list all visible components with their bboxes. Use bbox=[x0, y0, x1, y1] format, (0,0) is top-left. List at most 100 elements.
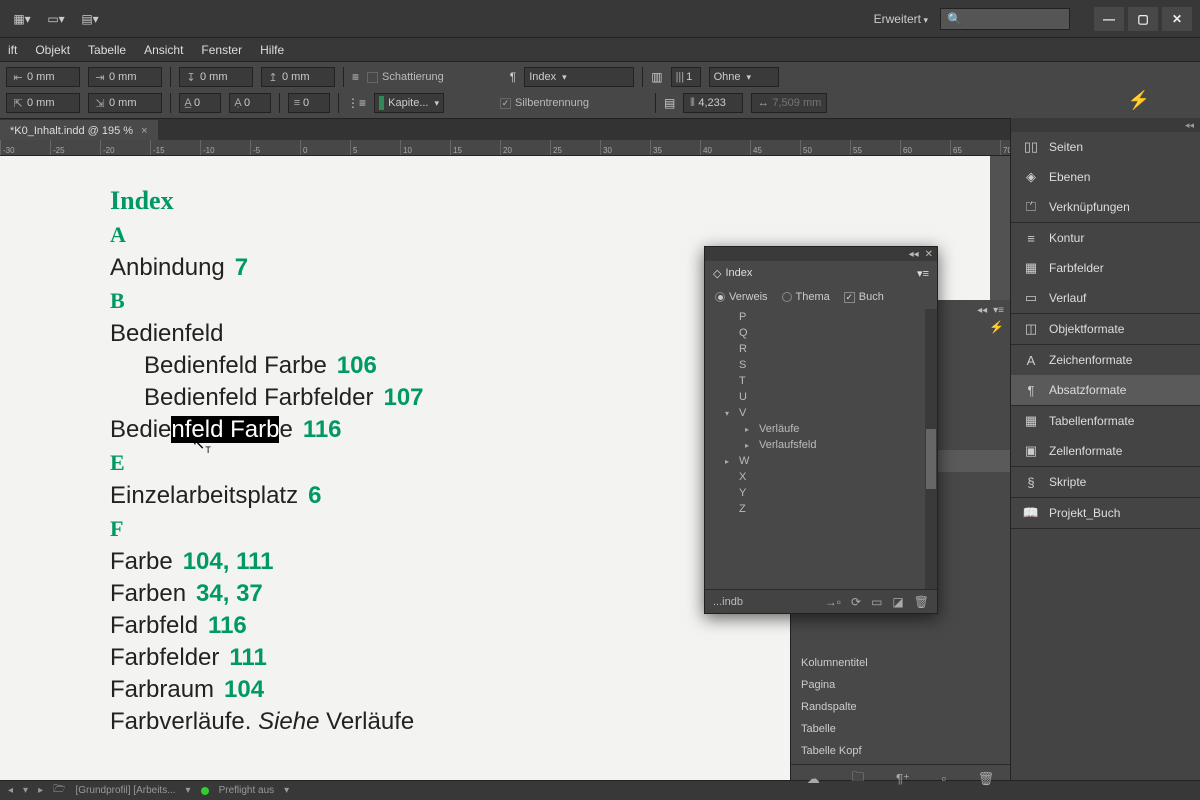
screen-mode-icon[interactable]: ▭▾ bbox=[42, 5, 70, 33]
paragraph-style-dropdown[interactable]: Index bbox=[524, 67, 634, 87]
generate-index-icon[interactable]: ▭ bbox=[871, 595, 882, 609]
numbered-list-icon[interactable]: ⋮≡ bbox=[347, 96, 366, 110]
index-subrow[interactable]: ▸Verlaufsfeld bbox=[705, 437, 937, 453]
panel-collapse-icon[interactable]: ◂◂ bbox=[977, 305, 987, 316]
drop-cap-lines-field[interactable]: A̲ bbox=[179, 93, 221, 113]
new-entry-icon[interactable]: →▫ bbox=[825, 595, 841, 609]
panel-seiten[interactable]: ▯▯Seiten bbox=[1011, 132, 1200, 162]
arrange-docs-icon[interactable]: ▤▾ bbox=[76, 5, 104, 33]
verweis-radio[interactable]: Verweis bbox=[715, 291, 768, 303]
columns-icon[interactable]: ▥ bbox=[651, 70, 662, 84]
columns-count-field[interactable]: ||| bbox=[671, 67, 701, 87]
menu-ansicht[interactable]: Ansicht bbox=[144, 43, 183, 57]
gutter-field[interactable]: ⫴ bbox=[683, 93, 743, 113]
indent-right-field[interactable]: ⇥ bbox=[88, 67, 162, 87]
last-line-indent-field[interactable]: ⇲ bbox=[88, 93, 162, 113]
index-letter-row[interactable]: S bbox=[705, 357, 937, 373]
panel-verlauf[interactable]: ▭Verlauf bbox=[1011, 283, 1200, 313]
panel-tabellenformate[interactable]: ▦Tabellenformate bbox=[1011, 406, 1200, 436]
bulleted-list-icon[interactable]: ≡ bbox=[352, 70, 359, 84]
panel-menu-icon[interactable]: ▾≡ bbox=[993, 305, 1004, 316]
panel-kontur[interactable]: ≡Kontur bbox=[1011, 223, 1200, 253]
index-letter-row[interactable]: X bbox=[705, 469, 937, 485]
update-icon[interactable]: ⟳ bbox=[851, 595, 861, 609]
dropdown-icon[interactable]: ▾ bbox=[284, 785, 289, 796]
menu-hilfe[interactable]: Hilfe bbox=[260, 43, 284, 57]
window-close-button[interactable]: ✕ bbox=[1162, 7, 1192, 31]
shading-swatch-dropdown[interactable]: Kapite... bbox=[374, 93, 444, 113]
cloud-icon[interactable]: ☁ bbox=[807, 771, 820, 787]
indent-left-field[interactable]: ⇤ bbox=[6, 67, 80, 87]
scrollbar-thumb[interactable] bbox=[926, 429, 936, 489]
thema-radio[interactable]: Thema bbox=[782, 291, 830, 303]
panel-menu-icon[interactable]: ▾≡ bbox=[917, 267, 929, 280]
style-row[interactable]: Tabelle Kopf bbox=[791, 740, 1010, 762]
style-row[interactable]: Kolumnentitel bbox=[791, 652, 1010, 674]
index-letter-row[interactable]: T bbox=[705, 373, 937, 389]
panel-skripte[interactable]: §Skripte bbox=[1011, 467, 1200, 497]
style-row[interactable]: Randspalte bbox=[791, 696, 1010, 718]
menu-fenster[interactable]: Fenster bbox=[201, 43, 242, 57]
drop-cap-chars-field[interactable]: Ạ bbox=[229, 93, 271, 113]
index-letter-row[interactable]: Z bbox=[705, 501, 937, 517]
panel-objektformate[interactable]: ◫Objektformate bbox=[1011, 314, 1200, 344]
panel-farbfelder[interactable]: ▦Farbfelder bbox=[1011, 253, 1200, 283]
quick-apply-icon[interactable]: ⚡ bbox=[1128, 90, 1150, 111]
scrollbar[interactable] bbox=[925, 309, 937, 589]
clear-override-icon[interactable]: ¶⁺ bbox=[896, 771, 910, 787]
index-subrow[interactable]: ▸Verläufe bbox=[705, 421, 937, 437]
dock-collapse-icon[interactable]: ◂◂ bbox=[1185, 120, 1194, 131]
baseline-grid-field[interactable]: ≡ bbox=[288, 93, 330, 113]
page-nav-prev-icon[interactable]: ◂ bbox=[8, 785, 13, 796]
index-list[interactable]: PQRSTU▾V▸Verläufe▸Verlaufsfeld▸WXYZ bbox=[705, 309, 937, 589]
space-before-field[interactable]: ↧ bbox=[179, 67, 253, 87]
window-minimize-button[interactable]: — bbox=[1094, 7, 1124, 31]
span-columns-dropdown[interactable]: Ohne bbox=[709, 67, 779, 87]
index-letter-row[interactable]: R bbox=[705, 341, 937, 357]
paragraph-style-icon[interactable]: ¶ bbox=[510, 70, 516, 84]
panel-zellenformate[interactable]: ▣Zellenformate bbox=[1011, 436, 1200, 466]
hyphenation-checkbox[interactable]: ✓Silbentrennung bbox=[500, 97, 589, 109]
preflight-label[interactable]: Preflight aus bbox=[219, 785, 275, 796]
menu-tabelle[interactable]: Tabelle bbox=[88, 43, 126, 57]
help-search[interactable]: 🔍 bbox=[940, 8, 1070, 30]
menu-schrift[interactable]: ift bbox=[8, 43, 17, 57]
window-maximize-button[interactable]: ▢ bbox=[1128, 7, 1158, 31]
workspace-selector[interactable]: Erweitert bbox=[874, 12, 928, 26]
close-tab-icon[interactable]: × bbox=[141, 125, 147, 137]
index-letter-row[interactable]: ▾V bbox=[705, 405, 937, 421]
buch-checkbox[interactable]: ✓Buch bbox=[844, 291, 884, 303]
index-letter-row[interactable]: Q bbox=[705, 325, 937, 341]
style-row[interactable]: Tipp bbox=[791, 762, 1010, 764]
page-nav-dropdown[interactable]: ▾ bbox=[23, 785, 28, 796]
menu-objekt[interactable]: Objekt bbox=[35, 43, 70, 57]
index-panel[interactable]: ◂◂ ✕ ◇ Index ▾≡ Verweis Thema ✓Buch PQRS… bbox=[704, 246, 938, 614]
panel-projekt-buch[interactable]: 📖Projekt_Buch bbox=[1011, 498, 1200, 528]
panel-collapse-icon[interactable]: ◂◂ bbox=[909, 249, 919, 260]
shading-checkbox[interactable]: Schattierung bbox=[367, 71, 444, 83]
bolt-icon[interactable]: ⚡ bbox=[989, 320, 1004, 334]
panel-verknupfungen[interactable]: ⏍Verknüpfungen bbox=[1011, 192, 1200, 222]
view-modes-icon[interactable]: ▦▾ bbox=[8, 5, 36, 33]
folder-icon[interactable]: 🗀 bbox=[851, 768, 864, 790]
document-tab[interactable]: *K0_Inhalt.indd @ 195 % × bbox=[0, 120, 158, 142]
delete-style-icon[interactable]: 🗑 bbox=[978, 771, 995, 787]
dropdown-icon[interactable]: ▾ bbox=[186, 785, 191, 796]
panel-ebenen[interactable]: ◈Ebenen bbox=[1011, 162, 1200, 192]
index-letter-row[interactable]: U bbox=[705, 389, 937, 405]
open-icon[interactable]: 🗁 bbox=[53, 782, 65, 799]
style-row[interactable]: Tabelle bbox=[791, 718, 1010, 740]
panel-zeichenformate[interactable]: AZeichenformate bbox=[1011, 345, 1200, 375]
page-nav-next-icon[interactable]: ▸ bbox=[38, 785, 43, 796]
index-letter-row[interactable]: P bbox=[705, 309, 937, 325]
space-after-field[interactable]: ↥ bbox=[261, 67, 335, 87]
style-row[interactable]: Pagina bbox=[791, 674, 1010, 696]
first-line-indent-field[interactable]: ⇱ bbox=[6, 93, 80, 113]
index-panel-tab[interactable]: ◇ Index bbox=[713, 267, 752, 280]
index-letter-row[interactable]: ▸W bbox=[705, 453, 937, 469]
delete-icon[interactable]: 🗑 bbox=[914, 595, 929, 609]
panel-absatzformate[interactable]: ¶Absatzformate bbox=[1011, 375, 1200, 405]
align-grid-icon[interactable]: ▤ bbox=[664, 96, 675, 110]
panel-close-icon[interactable]: ✕ bbox=[925, 249, 933, 260]
new-icon[interactable]: ◪ bbox=[892, 595, 903, 609]
